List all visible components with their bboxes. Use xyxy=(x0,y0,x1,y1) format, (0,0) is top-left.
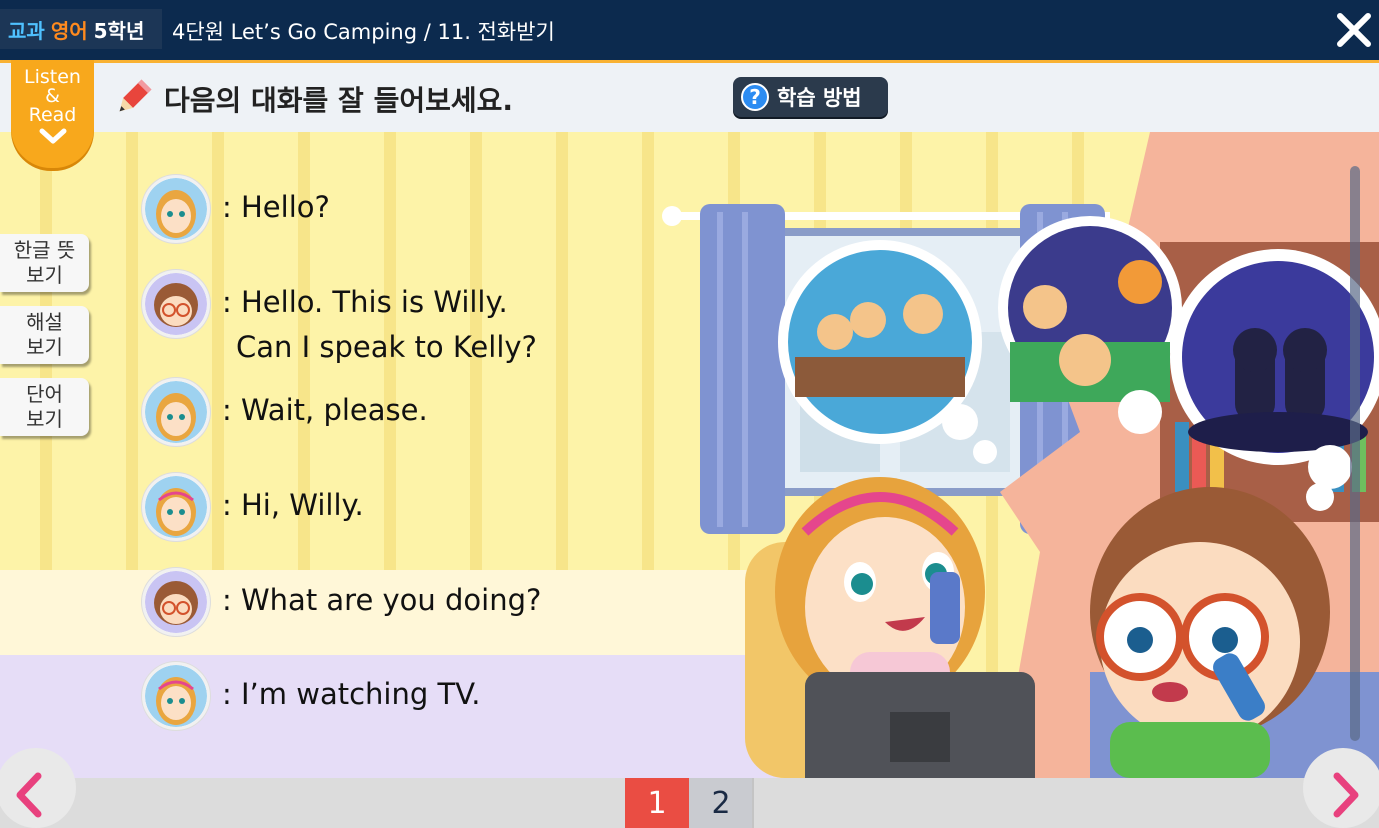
dialogue-text: : I’m watching TV. xyxy=(222,677,481,711)
instruction-text: 다음의 대화를 잘 들어보세요. xyxy=(164,84,514,117)
korean-meaning-button[interactable]: 한글 뜻 보기 xyxy=(0,234,89,292)
brand-logo: 교과 영어 5학년 xyxy=(0,9,162,49)
next-page-button[interactable] xyxy=(1303,748,1379,828)
page-button-2[interactable]: 2 xyxy=(689,778,753,828)
chevron-right-icon xyxy=(1333,772,1359,818)
avatar-kelly xyxy=(142,175,210,243)
dialogue-text: : Hi, Willy. xyxy=(222,488,364,522)
listen-read-tab[interactable]: Listen & Read xyxy=(11,60,94,168)
how-to-study-label: 학습 방법 xyxy=(777,86,862,110)
avatar-mom xyxy=(142,378,210,446)
dialogue-text-continued: Can I speak to Kelly? xyxy=(236,330,537,364)
chevron-left-icon xyxy=(16,772,42,818)
chevron-down-icon xyxy=(39,128,66,144)
side-button-label: 한글 뜻 xyxy=(13,238,76,262)
dialogue-scene: : Hello? : Hello. This is Willy. Can I s… xyxy=(0,132,1379,778)
side-button-label: 보기 xyxy=(26,407,63,431)
dialogue-line[interactable]: : I’m watching TV. xyxy=(142,662,481,732)
page-divider xyxy=(752,778,754,828)
side-button-label: 해설 xyxy=(26,310,63,334)
how-to-study-button[interactable]: ? 학습 방법 xyxy=(733,77,888,117)
dialogue-line[interactable]: : Wait, please. xyxy=(142,378,428,448)
avatar-kelly xyxy=(142,662,210,730)
dialogue-text: : Hello. This is Willy. xyxy=(222,285,508,319)
dialogue-text: : What are you doing? xyxy=(222,583,542,617)
title-bar: 교과 영어 5학년 4단원 Let’s Go Camping / 11. 전화받… xyxy=(0,0,1379,60)
brand-part-3: 5학년 xyxy=(93,18,145,43)
side-button-label: 보기 xyxy=(26,263,63,287)
breadcrumb: 4단원 Let’s Go Camping / 11. 전화받기 xyxy=(172,20,555,44)
tab-label-line3: Read xyxy=(28,104,77,126)
scrollbar[interactable] xyxy=(1350,166,1360,741)
brand-part-2: 영어 xyxy=(50,18,88,43)
side-button-label: 보기 xyxy=(26,335,63,359)
explanation-button[interactable]: 해설 보기 xyxy=(0,306,89,364)
avatar-willy xyxy=(142,270,210,338)
dialogue-line[interactable]: : Hello? xyxy=(142,175,330,245)
instruction-bar: 다음의 대화를 잘 들어보세요. ? 학습 방법 xyxy=(0,63,1379,132)
help-icon: ? xyxy=(741,83,769,111)
close-icon[interactable] xyxy=(1334,10,1374,50)
dialogue-line[interactable]: : Hello. This is Willy. Can I speak to K… xyxy=(142,270,537,364)
avatar-willy xyxy=(142,568,210,636)
dialogue-line[interactable]: : Hi, Willy. xyxy=(142,473,364,543)
avatar-kelly xyxy=(142,473,210,541)
side-button-label: 단어 xyxy=(26,382,63,406)
dialogue-line[interactable]: : What are you doing? xyxy=(142,568,541,638)
pencil-icon xyxy=(119,79,152,112)
dialogue-text: : Wait, please. xyxy=(222,393,428,427)
page-button-1[interactable]: 1 xyxy=(625,778,689,828)
brand-part-1: 교과 xyxy=(8,18,45,43)
dialogue-text: : Hello? xyxy=(222,190,330,224)
vocabulary-button[interactable]: 단어 보기 xyxy=(0,378,89,436)
